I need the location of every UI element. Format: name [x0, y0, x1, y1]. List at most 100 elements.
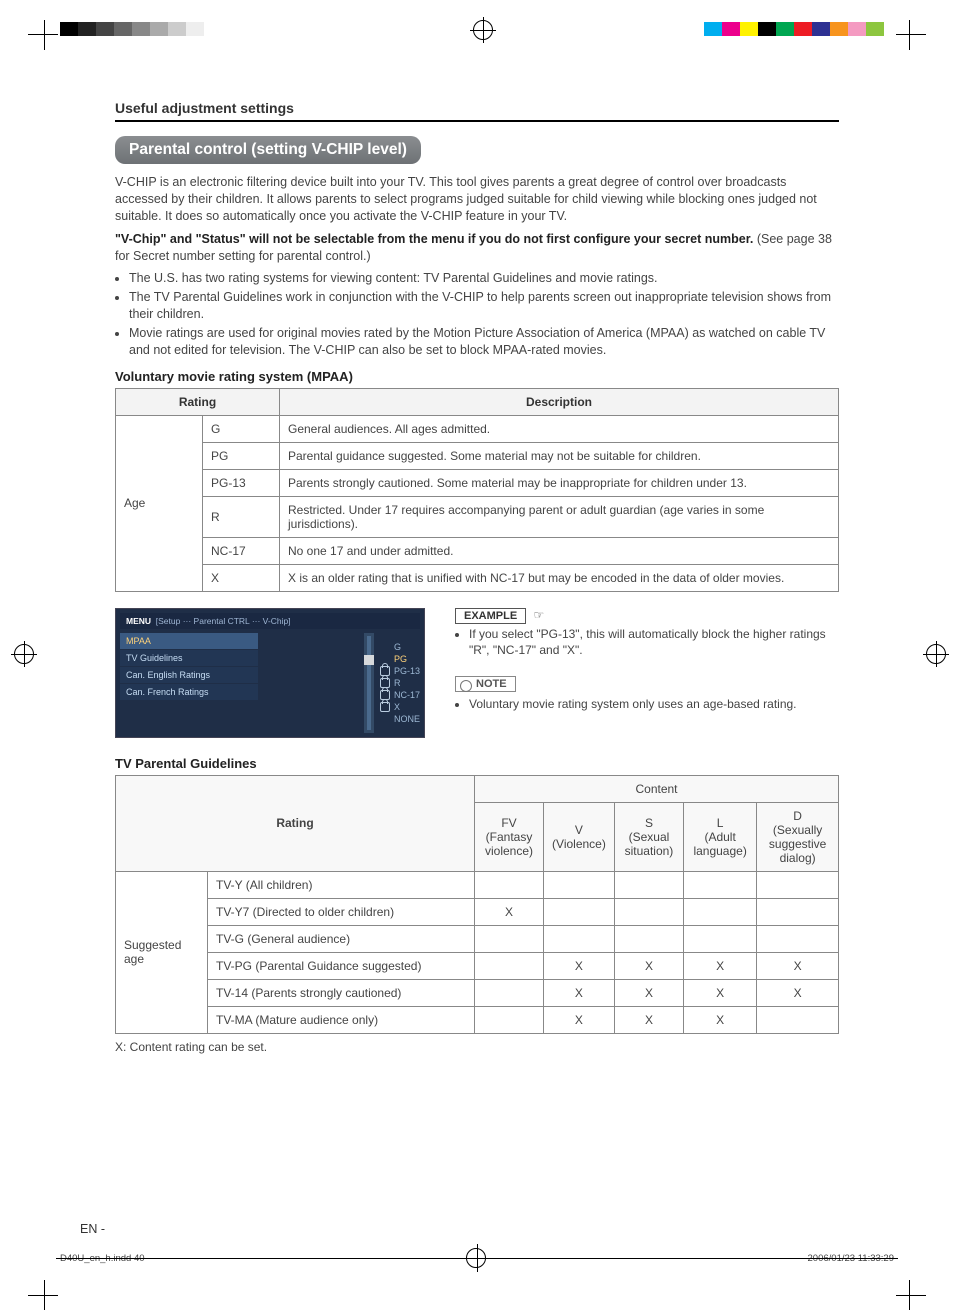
- tvpg-content-col: FV(Fantasy violence): [475, 802, 544, 871]
- intro-bold-line: "V-Chip" and "Status" will not be select…: [115, 231, 839, 265]
- swatch: [132, 22, 150, 36]
- tvpg-mark-cell: [475, 979, 544, 1006]
- osd-rating-label: NONE: [394, 714, 420, 724]
- note-text: Voluntary movie rating system only uses …: [469, 696, 839, 712]
- mpaa-desc-cell: General audiences. All ages admitted.: [280, 415, 839, 442]
- tvpg-table: Rating Content FV(Fantasy violence)V(Vio…: [115, 775, 839, 1034]
- tvpg-rowgroup-label: Suggested age: [116, 871, 208, 1033]
- osd-menu-screenshot: MENU [Setup ··· Parental CTRL ··· V-Chip…: [115, 608, 425, 738]
- tvpg-mark-cell: X: [684, 979, 757, 1006]
- mpaa-rating-cell: X: [203, 564, 280, 591]
- tvpg-mark-cell: [757, 925, 839, 952]
- tvpg-content-col: D(Sexually suggestive dialog): [757, 802, 839, 871]
- tvpg-content-col: S(Sexual situation): [614, 802, 683, 871]
- tvpg-col-content: Content: [475, 775, 839, 802]
- registration-mark-icon: [920, 644, 946, 670]
- topic-pill: Parental control (setting V-CHIP level): [115, 136, 421, 164]
- tvpg-rating-label: TV-G (General audience): [208, 925, 475, 952]
- swatch: [812, 22, 830, 36]
- osd-menu-label: MENU: [126, 616, 151, 626]
- swatch: [150, 22, 168, 36]
- tvpg-mark-cell: [614, 871, 683, 898]
- page-dash: -: [101, 1222, 105, 1236]
- tvpg-mark-cell: [614, 925, 683, 952]
- mpaa-rating-cell: PG: [203, 442, 280, 469]
- mpaa-rating-cell: R: [203, 496, 280, 537]
- example-column: EXAMPLE ☞ If you select "PG-13", this wi…: [455, 608, 839, 738]
- example-tag: EXAMPLE: [455, 608, 526, 624]
- swatch: [186, 22, 204, 36]
- tvpg-mark-cell: X: [475, 898, 544, 925]
- osd-rating-list: GPGPG-13RNC-17XNONE: [380, 641, 420, 725]
- swatch: [704, 22, 722, 36]
- note-tag: NOTE: [455, 676, 516, 692]
- grayscale-swatches: [60, 22, 222, 36]
- mpaa-desc-cell: Parental guidance suggested. Some materi…: [280, 442, 839, 469]
- osd-rating-item: NONE: [380, 713, 420, 725]
- registration-mark-icon: [473, 20, 493, 40]
- tvpg-mark-cell: [757, 1006, 839, 1033]
- osd-left-item: TV Guidelines: [120, 650, 258, 666]
- swatch: [722, 22, 740, 36]
- osd-rating-label: R: [394, 678, 401, 688]
- mpaa-rating-cell: G: [203, 415, 280, 442]
- osd-slider: [364, 633, 374, 733]
- osd-rating-label: G: [394, 642, 401, 652]
- example-text: If you select "PG-13", this will automat…: [469, 626, 839, 658]
- registration-mark-icon: [466, 1248, 486, 1268]
- intro-bullets: The U.S. has two rating systems for view…: [115, 270, 839, 358]
- intro-bold-text: "V-Chip" and "Status" will not be select…: [115, 232, 753, 246]
- swatch: [794, 22, 812, 36]
- tvpg-mark-cell: [544, 871, 615, 898]
- mpaa-desc-cell: No one 17 and under admitted.: [280, 537, 839, 564]
- tvpg-mark-cell: [475, 1006, 544, 1033]
- osd-breadcrumb: MENU [Setup ··· Parental CTRL ··· V-Chip…: [120, 613, 420, 629]
- print-registration-top: [0, 0, 954, 48]
- swatch: [78, 22, 96, 36]
- osd-rating-label: PG: [394, 654, 407, 664]
- osd-rating-label: X: [394, 702, 400, 712]
- swatch: [168, 22, 186, 36]
- osd-left-item: Can. English Ratings: [120, 667, 258, 683]
- lock-icon: [380, 702, 390, 712]
- tvpg-mark-cell: [757, 871, 839, 898]
- tvpg-mark-cell: [684, 871, 757, 898]
- tvpg-mark-cell: X: [757, 979, 839, 1006]
- tvpg-mark-cell: [757, 898, 839, 925]
- swatch: [740, 22, 758, 36]
- mpaa-desc-cell: Parents strongly cautioned. Some materia…: [280, 469, 839, 496]
- swatch: [776, 22, 794, 36]
- tvpg-mark-cell: X: [614, 1006, 683, 1033]
- swatch: [60, 22, 78, 36]
- tvpg-mark-cell: X: [614, 952, 683, 979]
- swatch: [758, 22, 776, 36]
- tvpg-mark-cell: X: [684, 1006, 757, 1033]
- tvpg-mark-cell: X: [614, 979, 683, 1006]
- tvpg-col-rating: Rating: [116, 775, 475, 871]
- mpaa-desc-cell: Restricted. Under 17 requires accompanyi…: [280, 496, 839, 537]
- tvpg-mark-cell: [614, 898, 683, 925]
- swatch: [830, 22, 848, 36]
- intro-paragraph: V-CHIP is an electronic filtering device…: [115, 174, 839, 225]
- tvpg-rating-label: TV-PG (Parental Guidance suggested): [208, 952, 475, 979]
- mpaa-rating-cell: PG-13: [203, 469, 280, 496]
- tvpg-mark-cell: [684, 898, 757, 925]
- osd-left-item: Can. French Ratings: [120, 684, 258, 700]
- bullet-item: The U.S. has two rating systems for view…: [129, 270, 839, 287]
- osd-rating-label: PG-13: [394, 666, 420, 676]
- mpaa-heading: Voluntary movie rating system (MPAA): [115, 369, 839, 384]
- tvpg-rating-label: TV-Y7 (Directed to older children): [208, 898, 475, 925]
- tvpg-mark-cell: X: [544, 1006, 615, 1033]
- registration-mark-icon: [8, 644, 34, 670]
- tvpg-mark-cell: [544, 898, 615, 925]
- tvpg-rating-label: TV-Y (All children): [208, 871, 475, 898]
- tvpg-heading: TV Parental Guidelines: [115, 756, 839, 771]
- osd-left-item: MPAA: [120, 633, 258, 649]
- tvpg-mark-cell: [475, 925, 544, 952]
- section-title: Useful adjustment settings: [115, 100, 839, 122]
- tvpg-content-col: V(Violence): [544, 802, 615, 871]
- osd-rating-item: X: [380, 701, 420, 713]
- lang-badge: EN: [80, 1222, 97, 1236]
- lang-badge-row: EN -: [80, 1222, 105, 1236]
- mpaa-rating-cell: NC-17: [203, 537, 280, 564]
